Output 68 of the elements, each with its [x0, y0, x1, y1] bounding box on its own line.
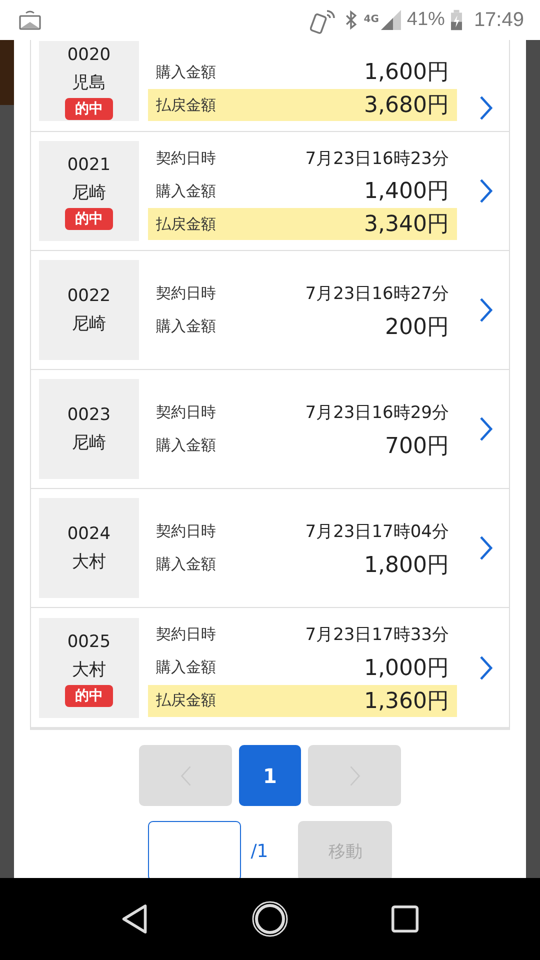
battery-icon	[450, 9, 462, 31]
row-label: 購入金額	[156, 182, 216, 200]
row-label: 払戻金額	[156, 214, 216, 234]
ticket-number: 0024	[67, 523, 111, 546]
row-label: 払戻金額	[156, 96, 216, 114]
chevron-right-icon	[479, 297, 493, 323]
row-value: 1,360円	[364, 688, 449, 716]
hit-badge: 的中	[65, 684, 113, 706]
hit-badge: 的中	[65, 98, 113, 120]
bet-record-card[interactable]: 0021 尼崎 的中 契約日時 7月23日16時23分 購入金額 1,400円 払戻金額 3,340円	[31, 132, 509, 251]
venue-name: 大村	[72, 658, 106, 682]
row-value: 7月23日16時23分	[305, 148, 449, 170]
row-label: 契約日時	[156, 403, 216, 422]
bet-record-card[interactable]: 0023 尼崎 契約日時 7月23日16時29分 購入金額 700円	[31, 370, 509, 489]
venue-name: 大村	[72, 551, 106, 574]
recents-icon[interactable]	[391, 905, 419, 933]
chevron-right-icon	[479, 535, 493, 561]
signal-icon	[380, 10, 401, 30]
page-button[interactable]: 1	[239, 745, 301, 806]
ticket-number: 0020	[67, 44, 111, 67]
row-label: 購入金額	[156, 436, 216, 455]
row-value: 1,800円	[364, 552, 449, 580]
bluetooth-icon	[344, 9, 358, 31]
row-label: 契約日時	[156, 625, 216, 644]
row-label: 購入金額	[156, 658, 216, 677]
row-value: 1,400円	[364, 178, 449, 206]
clock: 17:49	[474, 8, 524, 32]
row-label: 購入金額	[156, 555, 216, 574]
bet-record-card[interactable]: 0020 児島 的中 購入金額 1,600円 払戻金額 3,680円	[31, 40, 509, 132]
row-value: 7月23日16時27分	[305, 283, 449, 305]
row-value: 1,000円	[364, 654, 449, 682]
ticket-number: 0021	[67, 154, 111, 177]
row-label: 払戻金額	[156, 691, 216, 710]
bet-record-card[interactable]: 0022 尼崎 契約日時 7月23日16時27分 購入金額 200円	[31, 251, 509, 370]
bet-record-card[interactable]: 0025 大村 的中 契約日時 7月23日17時33分 購入金額 1,000円 払戻金額 1,360円	[31, 608, 509, 727]
back-icon[interactable]	[121, 903, 149, 935]
row-value: 7月23日17時33分	[305, 624, 449, 646]
chevron-right-icon	[479, 654, 493, 680]
venue-name: 尼崎	[72, 182, 106, 205]
chevron-right-icon	[479, 416, 493, 442]
row-label: 購入金額	[156, 317, 216, 336]
chevron-right-icon	[479, 95, 493, 121]
page-number-field[interactable]	[148, 821, 241, 878]
chevron-right-icon	[479, 178, 493, 204]
hit-badge: 的中	[65, 208, 113, 230]
row-value: 3,680円	[364, 92, 449, 120]
row-value: 1,600円	[364, 59, 449, 87]
row-value: 7月23日16時29分	[305, 402, 449, 424]
row-label: 契約日時	[156, 148, 216, 168]
row-value: 3,340円	[364, 211, 449, 239]
bet-record-card[interactable]: 0024 大村 契約日時 7月23日17時04分 購入金額 1,800円	[31, 489, 509, 608]
page-total: /1	[250, 840, 268, 862]
home-icon[interactable]	[251, 900, 289, 938]
row-label: 契約日時	[156, 522, 216, 541]
row-value: 200円	[385, 314, 449, 342]
row-label: 購入金額	[156, 62, 216, 82]
ticket-number: 0023	[67, 404, 111, 427]
venue-name: 尼崎	[72, 313, 106, 336]
row-value: 700円	[385, 432, 449, 460]
screen-cast-icon	[18, 8, 42, 32]
battery-percent: 41%	[406, 9, 445, 31]
venue-name: 児島	[72, 72, 106, 95]
ticket-number: 0022	[67, 285, 111, 308]
row-value: 7月23日17時04分	[305, 521, 449, 543]
row-label: 契約日時	[156, 284, 216, 303]
venue-name: 尼崎	[72, 432, 106, 455]
ticket-number: 0025	[67, 630, 111, 654]
network-label: 4G	[364, 14, 379, 25]
